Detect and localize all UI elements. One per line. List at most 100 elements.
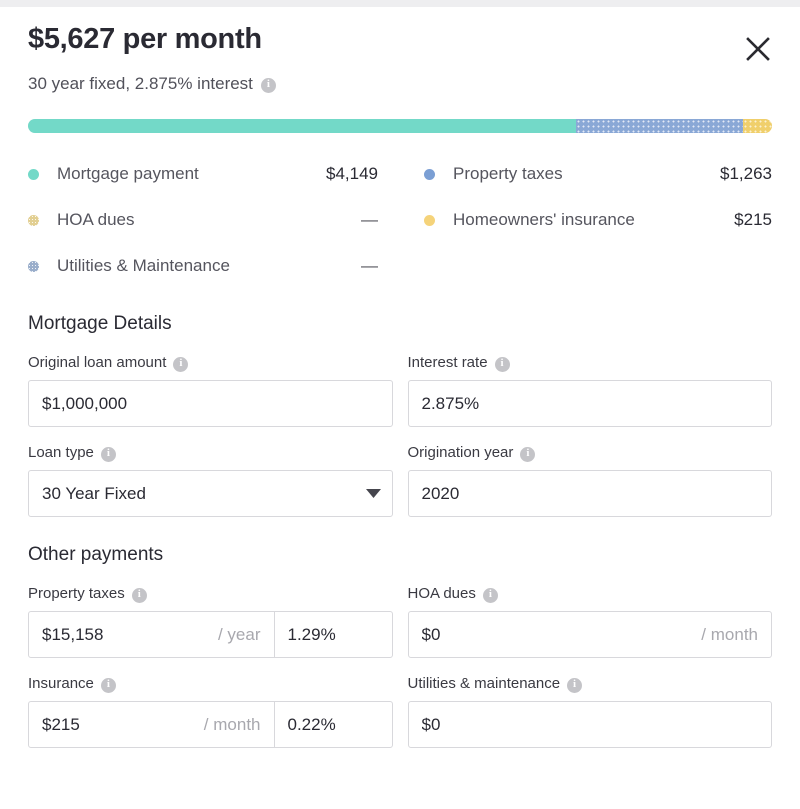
legend-item-utilities-maintenance: Utilities & Maintenance — — [28, 243, 400, 289]
legend-item-homeowners-insurance: Homeowners' insurance $215 — [400, 197, 772, 243]
value-origination-year: 2020 — [421, 483, 460, 503]
legend-label-hoa-dues: HOA dues — [57, 210, 135, 229]
mortgage-calculator-panel: $5,627 per month 30 year fixed, 2.875% i… — [0, 0, 800, 809]
utilities-maintenance-info-icon[interactable]: i — [567, 677, 583, 693]
loan-summary-info-icon[interactable]: i — [260, 77, 276, 93]
other-payments-fields: Property taxes i $15,158 / year 1.29% HO… — [28, 584, 772, 748]
legend-dot-hoa-dues — [28, 214, 39, 226]
input-main-loan-type[interactable]: 30 Year Fixed — [29, 471, 356, 516]
legend-value-utilities-maintenance: — — [361, 256, 378, 275]
value-loan-type: 30 Year Fixed — [42, 483, 146, 503]
value-hoa-dues: $0 — [421, 624, 441, 644]
value-property-taxes-rate: 1.29% — [287, 624, 336, 644]
suffix-insurance: / month — [203, 714, 261, 734]
field-original-loan-amount: Original loan amount i $1,000,000 — [28, 353, 393, 427]
value-original-loan-amount: $1,000,000 — [42, 393, 128, 413]
label-text-original-loan-amount: Original loan amount — [28, 354, 167, 371]
payment-legend: Mortgage payment $4,149 Property taxes $… — [28, 151, 772, 289]
select-loan-type[interactable]: 30 Year Fixed — [28, 470, 393, 517]
monthly-payment-headline: $5,627 per month — [28, 23, 262, 55]
field-loan-type: Loan type i 30 Year Fixed — [28, 443, 393, 517]
legend-item-mortgage-payment: Mortgage payment $4,149 — [28, 151, 400, 197]
label-hoa-dues: HOA dues i — [408, 584, 773, 604]
legend-dot-homeowners-insurance — [424, 214, 435, 226]
input-main-interest-rate[interactable]: 2.875% — [409, 381, 772, 426]
loan-summary-text: 30 year fixed, 2.875% interest — [28, 74, 253, 93]
label-insurance: Insurance i — [28, 674, 393, 694]
loan-summary-subtitle: 30 year fixed, 2.875% interest i — [28, 73, 772, 95]
loan-type-info-icon[interactable]: i — [100, 446, 116, 462]
input-property-taxes[interactable]: $15,158 / year 1.29% — [28, 611, 393, 658]
info-glyph: i — [266, 78, 270, 90]
suffix-hoa-dues: / month — [701, 624, 758, 644]
info-glyph: i — [106, 678, 110, 690]
field-utilities-maintenance: Utilities & maintenance i $0 — [407, 674, 773, 748]
input-origination-year[interactable]: 2020 — [407, 470, 772, 517]
info-glyph: i — [179, 357, 183, 369]
bar-segment-homeowners-insurance — [742, 119, 772, 133]
hoa-dues-info-icon[interactable]: i — [482, 587, 498, 603]
input-main-hoa-dues[interactable]: $0 / month — [409, 612, 772, 657]
field-property-taxes: Property taxes i $15,158 / year 1.29% — [28, 584, 393, 658]
input-interest-rate[interactable]: 2.875% — [407, 380, 772, 427]
suffix-property-taxes: / year — [217, 624, 261, 644]
value-utilities-maintenance: $0 — [421, 714, 441, 734]
label-text-utilities-maintenance: Utilities & maintenance — [407, 675, 561, 692]
original-loan-amount-info-icon[interactable]: i — [173, 356, 189, 372]
label-original-loan-amount: Original loan amount i — [28, 353, 393, 373]
label-text-interest-rate: Interest rate — [407, 354, 488, 371]
legend-value-property-taxes: $1,263 — [720, 164, 772, 183]
value-interest-rate: 2.875% — [421, 393, 480, 413]
info-glyph: i — [488, 588, 492, 600]
input-insurance[interactable]: $215 / month 0.22% — [28, 701, 393, 748]
label-text-insurance: Insurance — [28, 675, 94, 692]
field-interest-rate: Interest rate i 2.875% — [407, 353, 773, 427]
legend-item-hoa-dues: HOA dues — — [28, 197, 400, 243]
value-insurance: $215 — [42, 714, 80, 734]
legend-dot-utilities-maintenance — [28, 260, 39, 272]
input-property-taxes-rate[interactable]: 1.29% — [273, 612, 392, 657]
field-origination-year: Origination year i 2020 — [407, 443, 773, 517]
field-insurance: Insurance i $215 / month 0.22% — [28, 674, 393, 748]
mortgage-details-heading: Mortgage Details — [28, 313, 172, 334]
legend-label-property-taxes: Property taxes — [453, 164, 563, 183]
info-glyph: i — [137, 588, 141, 600]
info-glyph: i — [526, 447, 530, 459]
input-main-insurance[interactable]: $215 / month — [29, 702, 274, 747]
label-utilities-maintenance: Utilities & maintenance i — [408, 674, 773, 694]
input-hoa-dues[interactable]: $0 / month — [407, 611, 772, 658]
input-main-origination-year[interactable]: 2020 — [409, 471, 772, 516]
label-text-hoa-dues: HOA dues — [407, 585, 476, 602]
loan-type-dropdown-toggle[interactable] — [356, 471, 392, 516]
legend-value-hoa-dues: — — [361, 210, 378, 229]
field-hoa-dues: HOA dues i $0 / month — [407, 584, 773, 658]
input-main-property-taxes[interactable]: $15,158 / year — [29, 612, 274, 657]
panel-header: $5,627 per month 30 year fixed, 2.875% i… — [0, 7, 800, 95]
info-glyph: i — [573, 678, 577, 690]
interest-rate-info-icon[interactable]: i — [494, 356, 510, 372]
mortgage-details-fields: Original loan amount i $1,000,000 Intere… — [28, 353, 772, 517]
close-button[interactable] — [740, 31, 776, 67]
legend-item-property-taxes: Property taxes $1,263 — [400, 151, 772, 197]
insurance-info-icon[interactable]: i — [100, 677, 116, 693]
label-origination-year: Origination year i — [408, 443, 773, 463]
input-insurance-rate[interactable]: 0.22% — [273, 702, 392, 747]
close-icon — [746, 37, 770, 61]
label-interest-rate: Interest rate i — [408, 353, 773, 373]
value-insurance-rate: 0.22% — [287, 714, 336, 734]
top-divider — [0, 0, 800, 7]
input-main-utilities-maintenance[interactable]: $0 — [409, 702, 772, 747]
input-original-loan-amount[interactable]: $1,000,000 — [28, 380, 393, 427]
input-main-original-loan-amount[interactable]: $1,000,000 — [29, 381, 392, 426]
other-payments-heading: Other payments — [28, 544, 164, 565]
legend-spacer — [400, 243, 772, 289]
origination-year-info-icon[interactable]: i — [520, 446, 536, 462]
label-property-taxes: Property taxes i — [28, 584, 393, 604]
info-glyph: i — [500, 357, 504, 369]
legend-dot-property-taxes — [424, 168, 435, 180]
legend-value-mortgage-payment: $4,149 — [326, 164, 378, 183]
bar-segment-mortgage-payment — [28, 119, 577, 133]
property-taxes-info-icon[interactable]: i — [131, 587, 147, 603]
legend-label-mortgage-payment: Mortgage payment — [57, 164, 199, 183]
input-utilities-maintenance[interactable]: $0 — [407, 701, 772, 748]
